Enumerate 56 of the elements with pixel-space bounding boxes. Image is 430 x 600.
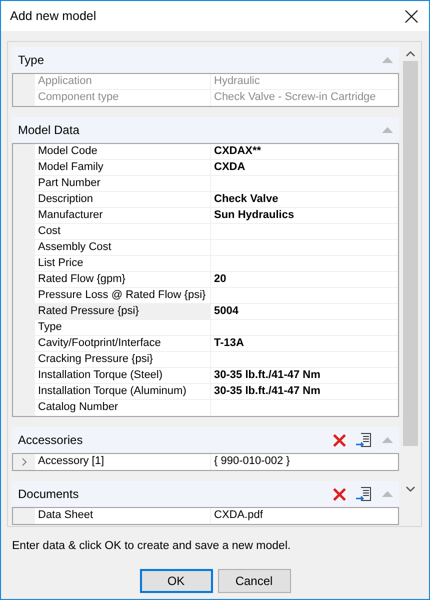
dialog-button[interactable]: OK bbox=[140, 569, 212, 593]
add-to-list-icon[interactable] bbox=[356, 486, 372, 502]
collapse-icon[interactable] bbox=[382, 127, 393, 133]
expand-icon[interactable] bbox=[22, 458, 26, 466]
property-label[interactable]: Rated Flow {gpm} bbox=[35, 272, 211, 287]
property-label[interactable]: Cost bbox=[35, 224, 211, 239]
property-value[interactable]: 5004 bbox=[211, 304, 398, 319]
property-label[interactable]: Type bbox=[35, 320, 211, 335]
property-value[interactable]: { 990-010-002 } bbox=[211, 454, 398, 470]
delete-icon[interactable] bbox=[333, 488, 346, 500]
section-title: Accessories bbox=[18, 433, 84, 447]
delete-icon[interactable] bbox=[333, 434, 346, 446]
property-value[interactable]: 20 bbox=[211, 272, 398, 287]
property-value[interactable] bbox=[211, 352, 398, 367]
property-label[interactable]: Model Code bbox=[35, 144, 211, 159]
property-value[interactable] bbox=[211, 320, 398, 335]
property-label[interactable]: Manufacturer bbox=[35, 208, 211, 223]
status-text: Enter data & click OK to create and save a new model. bbox=[12, 540, 292, 552]
property-value[interactable] bbox=[211, 224, 398, 239]
property-label[interactable]: Cavity/Footprint/Interface bbox=[35, 336, 211, 351]
property-label[interactable]: Data Sheet bbox=[35, 508, 211, 524]
add-to-list-icon[interactable] bbox=[356, 432, 372, 448]
property-value[interactable] bbox=[211, 240, 398, 255]
property-value[interactable]: Check Valve bbox=[211, 192, 398, 207]
collapse-icon[interactable] bbox=[382, 437, 393, 443]
property-label[interactable]: Pressure Loss @ Rated Flow {psi} bbox=[35, 288, 211, 303]
property-value[interactable] bbox=[211, 176, 398, 191]
window-title: Add new model bbox=[10, 9, 96, 23]
property-label[interactable]: Description bbox=[35, 192, 211, 207]
property-label[interactable]: Part Number bbox=[35, 176, 211, 191]
property-value[interactable]: T-13A bbox=[211, 336, 398, 351]
property-label[interactable]: Model Family bbox=[35, 160, 211, 175]
section-title: Documents bbox=[18, 487, 80, 501]
property-value[interactable]: CXDA.pdf bbox=[211, 508, 398, 524]
section-title: Type bbox=[18, 53, 46, 67]
collapse-icon[interactable] bbox=[382, 491, 393, 497]
property-label[interactable]: Assembly Cost bbox=[35, 240, 211, 255]
property-value[interactable] bbox=[211, 256, 398, 271]
property-value[interactable]: CXDAX** bbox=[211, 144, 398, 159]
dialog-button[interactable]: Cancel bbox=[218, 569, 290, 593]
property-label[interactable]: Installation Torque (Aluminum) bbox=[35, 384, 211, 399]
collapse-icon[interactable] bbox=[382, 57, 393, 63]
scroll-up-icon[interactable] bbox=[406, 51, 415, 57]
property-value[interactable]: 30-35 lb.ft./41-47 Nm bbox=[211, 384, 398, 399]
property-value[interactable]: 30-35 lb.ft./41-47 Nm bbox=[211, 368, 398, 383]
property-value[interactable] bbox=[211, 288, 398, 303]
property-value[interactable] bbox=[211, 400, 398, 416]
property-label[interactable]: Installation Torque (Steel) bbox=[35, 368, 211, 383]
property-value[interactable]: CXDA bbox=[211, 160, 398, 175]
property-label[interactable]: Cracking Pressure {psi} bbox=[35, 352, 211, 367]
property-label[interactable]: Accessory [1] bbox=[35, 454, 211, 470]
property-label[interactable]: List Price bbox=[35, 256, 211, 271]
property-label[interactable]: Catalog Number bbox=[35, 400, 211, 416]
section-title: Model Data bbox=[18, 123, 80, 137]
property-value[interactable]: Sun Hydraulics bbox=[211, 208, 398, 223]
scroll-down-icon[interactable] bbox=[406, 486, 415, 492]
